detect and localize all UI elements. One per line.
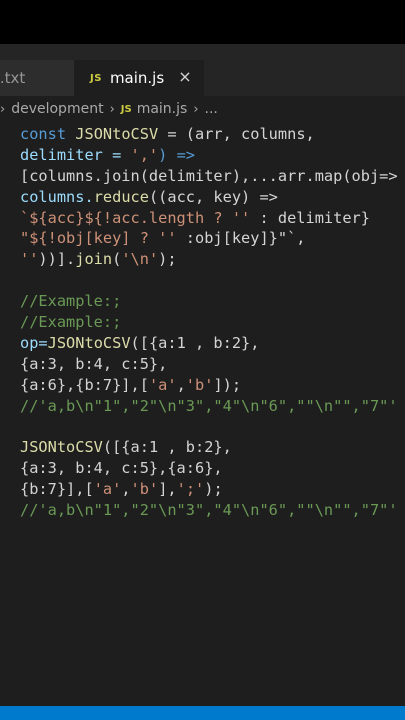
code-token: ( [112,250,122,269]
breadcrumb-symbols[interactable]: ... [205,101,218,117]
code-comment: //'a,b\n"1","2"\n"3","4"\n"6",""\n"","7"… [20,396,398,415]
code-token: '\n' [121,250,159,269]
code-token: const [20,125,67,143]
code-token: '' [20,250,39,269]
code-token: : delimiter} [250,208,370,227]
code-token: 'b' [185,375,214,394]
code-comment: //Example:; [20,313,122,332]
chevron-right-icon: › [109,101,115,117]
breadcrumb: › development › JS main.js › ... [0,98,405,120]
code-token: = (arr, columns, [158,125,315,143]
code-token: ) => [158,145,195,164]
code-token: join [75,250,113,269]
code-token: {a:3, b:4, c:5}, [20,354,168,373]
code-token: ([{a:1 , b:2}, [130,333,260,352]
code-token: ))]. [38,250,76,269]
status-bar [0,706,405,720]
code-token: ]); [213,375,242,394]
code-token: "${!obj[key] ? [20,229,159,248]
code-token: , [176,375,186,394]
code-token: {b:7}],[ [20,480,94,499]
tab-txt-file[interactable]: t.txt [0,60,74,96]
code-token: '' [158,229,177,248]
breadcrumb-folder[interactable]: development [11,101,103,117]
top-black-bar [0,0,405,44]
code-token: op= [20,333,48,352]
code-token: ';' [176,480,205,499]
code-comment: //Example:; [20,292,122,311]
javascript-file-icon: JS [120,103,132,115]
code-line: {a:3, b:4, c:5}, [20,354,405,375]
code-token: [columns.join(delimiter),...arr.map(obj=… [20,166,398,185]
tab-bar: t.txt JS main.js × [0,44,405,96]
code-line: [columns.join(delimiter),...arr.map(obj=… [20,166,405,187]
tab-label: main.js [109,69,165,87]
code-line: `${acc}${!acc.length ? '' : delimiter} [20,208,405,229]
code-token: '' [231,208,251,227]
code-line: ''))].join('\n'); [20,249,405,270]
code-line: {b:7}],['a','b'],';'); [20,479,405,500]
code-line: const JSONtoCSV = (arr, columns, [20,124,405,145]
code-token: reduce [93,187,149,206]
code-token: columns. [20,187,94,206]
code-token: `${acc}${!acc.length ? [20,208,232,227]
code-token: JSONtoCSV [47,333,131,352]
tab-main-js[interactable]: JS main.js × [74,60,204,96]
code-token: {a:3, b:4, c:5},{a:6}, [20,459,223,478]
code-token: {a:6},{b:7}],[ [20,375,149,394]
code-token: :obj[key]}"`, [176,229,306,248]
chevron-right-icon: › [0,101,6,117]
breadcrumb-file[interactable]: main.js [137,101,188,117]
code-token: ([{a:1 , b:2}, [102,438,232,457]
code-token: ); [158,250,177,269]
code-token: 'b' [130,480,159,499]
code-comment: //'a,b\n"1","2"\n"3","4"\n"6",""\n"","7"… [20,501,398,520]
close-icon[interactable]: × [176,68,194,86]
code-token: delimiter = [20,145,131,164]
code-token: JSONtoCSV [20,438,103,457]
code-token: 'a' [93,480,122,499]
chevron-right-icon: › [193,101,199,117]
code-token: ); [204,480,223,499]
code-editor[interactable]: t.txt JS main.js × › development › JS ma… [0,44,405,706]
code-line: delimiter = ',') => [20,145,405,166]
code-line: {a:6},{b:7}],['a','b']); [20,375,405,396]
code-token: ], [158,480,177,499]
code-token: , [121,480,131,499]
code-token: 'a' [148,375,177,394]
code-line: {a:3, b:4, c:5},{a:6}, [20,458,405,479]
tab-label: t.txt [0,69,26,87]
code-token: ((acc, key) => [148,187,278,206]
code-line: columns.reduce((acc, key) => [20,187,405,208]
code-line: "${!obj[key] ? '' :obj[key]}"`, [20,228,405,249]
code-token: ',' [130,145,159,164]
code-token: JSONtoCSV [75,125,159,143]
code-line: op=JSONtoCSV([{a:1 , b:2}, [20,333,405,354]
code-area[interactable]: const JSONtoCSV = (arr, columns, delimit… [20,124,405,521]
code-line: JSONtoCSV([{a:1 , b:2}, [20,437,405,458]
javascript-file-icon: JS [90,72,102,84]
